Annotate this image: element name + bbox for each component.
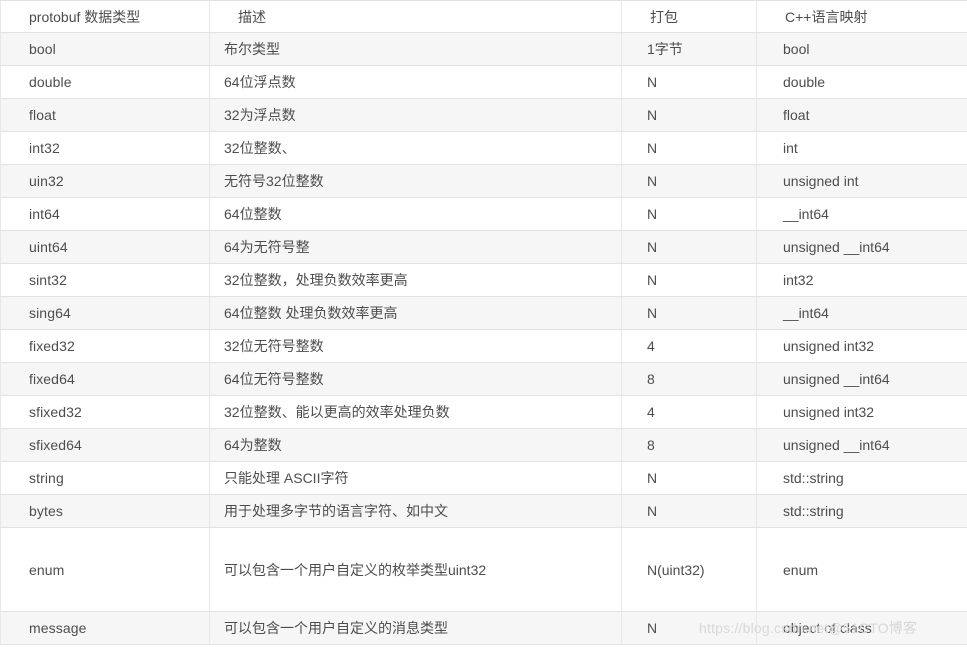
cell-packing: N [621, 263, 757, 297]
cell-cpp-mapping: double [756, 65, 967, 99]
table-row: sfixed32 32位整数、能以更高的效率处理负数 4 unsigned int32 [0, 395, 967, 429]
table-head: protobuf 数据类型 描述 打包 C++语言映射 [0, 0, 967, 33]
cell-description: 只能处理 ASCII字符 [209, 461, 622, 495]
cell-protobuf-type: sint32 [0, 263, 210, 297]
table-row: double 64位浮点数 Ndouble [0, 65, 967, 99]
cell-cpp-mapping: float [756, 98, 967, 132]
cell-packing: N [621, 131, 757, 165]
cell-cpp-mapping: unsigned __int64 [756, 428, 967, 462]
cell-protobuf-type: uin32 [0, 164, 210, 198]
column-header-packing: 打包 [621, 0, 757, 33]
cell-description: 32位无符号整数 [209, 329, 622, 363]
cell-protobuf-type: fixed32 [0, 329, 210, 363]
cell-description: 布尔类型 [209, 32, 622, 66]
column-header-cpp-mapping: C++语言映射 [756, 0, 967, 33]
cell-cpp-mapping: bool [756, 32, 967, 66]
cell-description: 32为浮点数 [209, 98, 622, 132]
table-row: enum 可以包含一个用户自定义的枚举类型uint32 N(uint32) enum [0, 527, 967, 612]
cell-packing: N [621, 230, 757, 264]
cell-protobuf-type: int64 [0, 197, 210, 231]
cell-description: 64位整数 [209, 197, 622, 231]
table-row: fixed64 64位无符号整数 8 unsigned __int64 [0, 362, 967, 396]
cell-packing: N(uint32) [621, 527, 757, 612]
cell-protobuf-type: uint64 [0, 230, 210, 264]
cell-description: 用于处理多字节的语言字符、如中文 [209, 494, 622, 528]
cell-cpp-mapping: __int64 [756, 197, 967, 231]
cell-protobuf-type: sfixed64 [0, 428, 210, 462]
cell-description: 64为无符号整 [209, 230, 622, 264]
table-header-row: protobuf 数据类型 描述 打包 C++语言映射 [0, 0, 967, 33]
cell-cpp-mapping: std::string [756, 494, 967, 528]
cell-cpp-mapping: int [756, 131, 967, 165]
cell-description: 32位整数、能以更高的效率处理负数 [209, 395, 622, 429]
cell-cpp-mapping: unsigned __int64 [756, 230, 967, 264]
cell-description: 无符号32位整数 [209, 164, 622, 198]
cell-cpp-mapping: unsigned int32 [756, 329, 967, 363]
protobuf-datatype-table: protobuf 数据类型 描述 打包 C++语言映射 bool 布尔类型 1字节 b… [0, 0, 967, 645]
cell-cpp-mapping: __int64 [756, 296, 967, 330]
cell-protobuf-type: bytes [0, 494, 210, 528]
table-body: bool 布尔类型 1字节 bool double 64位浮点数 Ndouble float 3… [0, 32, 967, 645]
cell-packing: N [621, 494, 757, 528]
page-root: protobuf 数据类型 描述 打包 C++语言映射 bool 布尔类型 1字节 b… [0, 0, 967, 647]
cell-cpp-mapping: object of class [756, 611, 967, 645]
cell-description: 64位整数 处理负数效率更高 [209, 296, 622, 330]
table-row: uint64 64为无符号整 Nunsigned __int64 [0, 230, 967, 264]
cell-packing: 8 [621, 428, 757, 462]
table-row: message 可以包含一个用户自定义的消息类型 Nobject of class [0, 611, 967, 645]
cell-packing: N [621, 197, 757, 231]
cell-packing: N [621, 65, 757, 99]
table-row: sint32 32位整数，处理负数效率更高 Nint32 [0, 263, 967, 297]
cell-packing: 4 [621, 329, 757, 363]
cell-cpp-mapping: enum [756, 527, 967, 612]
table-row: fixed32 32位无符号整数 4 unsigned int32 [0, 329, 967, 363]
cell-cpp-mapping: int32 [756, 263, 967, 297]
table-row: string 只能处理 ASCII字符 Nstd::string [0, 461, 967, 495]
table-row: sfixed64 64为整数 8 unsigned __int64 [0, 428, 967, 462]
cell-packing: 1字节 [621, 32, 757, 66]
cell-protobuf-type: sfixed32 [0, 395, 210, 429]
cell-protobuf-type: string [0, 461, 210, 495]
cell-cpp-mapping: unsigned __int64 [756, 362, 967, 396]
cell-protobuf-type: double [0, 65, 210, 99]
column-header-protobuf-type: protobuf 数据类型 [0, 0, 210, 33]
cell-packing: N [621, 164, 757, 198]
cell-description: 可以包含一个用户自定义的消息类型 [209, 611, 622, 645]
table-row: sing64 64位整数 处理负数效率更高 N __int64 [0, 296, 967, 330]
cell-packing: 8 [621, 362, 757, 396]
cell-description: 64位浮点数 [209, 65, 622, 99]
cell-packing: N [621, 98, 757, 132]
table-row: uin32 无符号32位整数 Nunsigned int [0, 164, 967, 198]
cell-cpp-mapping: unsigned int [756, 164, 967, 198]
cell-description: 32位整数、 [209, 131, 622, 165]
cell-description: 32位整数，处理负数效率更高 [209, 263, 622, 297]
cell-description: 可以包含一个用户自定义的枚举类型uint32 [209, 527, 622, 612]
cell-protobuf-type: sing64 [0, 296, 210, 330]
cell-protobuf-type: message [0, 611, 210, 645]
cell-packing: N [621, 611, 757, 645]
table-row: float 32为浮点数 Nfloat [0, 98, 967, 132]
cell-cpp-mapping: std::string [756, 461, 967, 495]
cell-protobuf-type: enum [0, 527, 210, 612]
cell-description: 64为整数 [209, 428, 622, 462]
cell-protobuf-type: bool [0, 32, 210, 66]
table-row: bytes 用于处理多字节的语言字符、如中文 Nstd::string [0, 494, 967, 528]
table-row: int32 32位整数、 Nint [0, 131, 967, 165]
column-header-description: 描述 [209, 0, 622, 33]
cell-protobuf-type: float [0, 98, 210, 132]
cell-protobuf-type: fixed64 [0, 362, 210, 396]
table-row: int64 64位整数 N __int64 [0, 197, 967, 231]
table-row: bool 布尔类型 1字节 bool [0, 32, 967, 66]
cell-description: 64位无符号整数 [209, 362, 622, 396]
cell-packing: 4 [621, 395, 757, 429]
cell-packing: N [621, 296, 757, 330]
cell-packing: N [621, 461, 757, 495]
cell-cpp-mapping: unsigned int32 [756, 395, 967, 429]
cell-protobuf-type: int32 [0, 131, 210, 165]
